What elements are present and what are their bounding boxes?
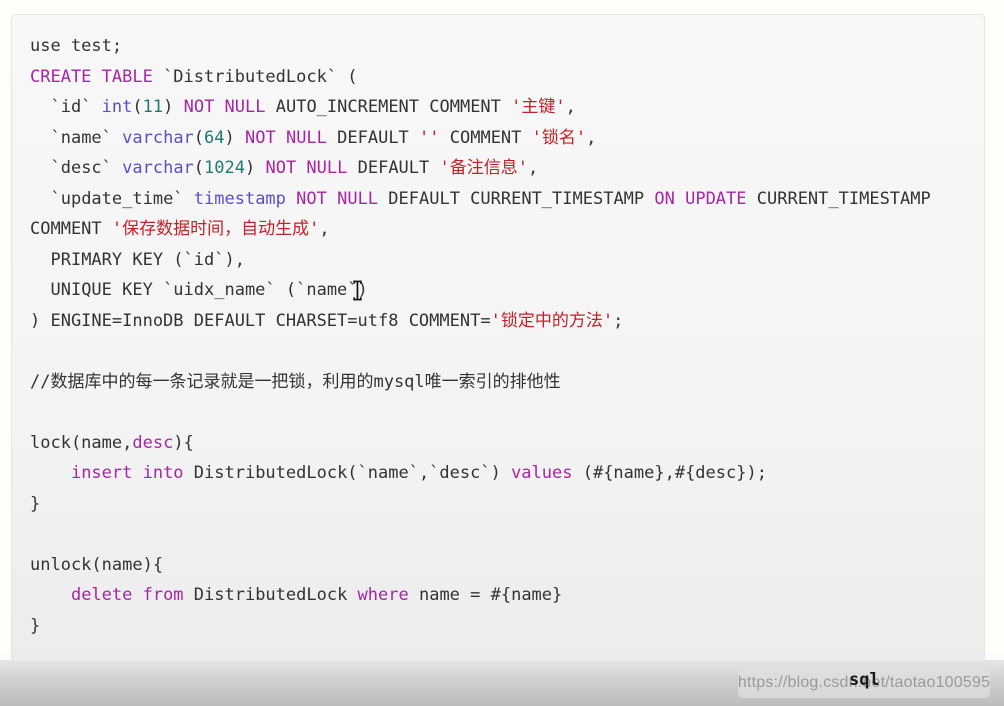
code-token-plain: PRIMARY KEY (`id`), bbox=[30, 249, 245, 270]
code-block-surface: use test; CREATE TABLE `DistributedLock`… bbox=[12, 15, 984, 661]
code-token-str: '保存数据时间，自动生成' bbox=[111, 219, 320, 239]
code-token-plain: COMMENT bbox=[439, 127, 532, 148]
code-line: UNIQUE KEY `uidx_name` (`name`) bbox=[30, 280, 368, 300]
code-token-str: '备注信息' bbox=[439, 158, 528, 178]
code-token-plain: ( bbox=[132, 97, 143, 117]
code-token-str: '' bbox=[419, 127, 440, 148]
code-line: insert into DistributedLock(`name`,`desc… bbox=[30, 463, 767, 483]
code-token-str: '锁定中的方法' bbox=[490, 310, 614, 331]
code-token-kw: NOT NULL bbox=[265, 158, 348, 178]
code-token-plain: lock(name, bbox=[30, 432, 133, 453]
code-token-type: varchar bbox=[122, 127, 194, 148]
code-token-plain: ; bbox=[613, 310, 624, 331]
code-token-plain: DEFAULT bbox=[326, 127, 420, 148]
code-token-num: 64 bbox=[204, 127, 225, 148]
code-token-kw: NOT NULL bbox=[245, 127, 327, 148]
code-token-plain: ) bbox=[224, 127, 246, 148]
code-token-plain: ){ bbox=[173, 432, 194, 453]
code-line: use test; bbox=[30, 36, 122, 56]
code-token-plain: `name` bbox=[30, 127, 123, 148]
code-token-plain: `DistributedLock` ( bbox=[152, 66, 358, 87]
code-token-type: timestamp bbox=[193, 188, 286, 209]
code-token-plain: ( bbox=[193, 127, 205, 148]
code-token-plain: DistributedLock bbox=[183, 585, 358, 605]
code-token-kw: values bbox=[511, 463, 573, 483]
code-token-comment: //数据库中的每一条记录就是一把锁，利用的mysql唯一索引的排他性 bbox=[30, 371, 561, 392]
code-token-plain: } bbox=[30, 493, 41, 514]
code-token-kw: desc bbox=[132, 432, 174, 453]
code-token-kw: CREATE TABLE bbox=[30, 66, 153, 87]
code-token-plain: UNIQUE KEY `uidx_name` (`name`) bbox=[30, 280, 368, 300]
code-token-kw: where bbox=[357, 585, 409, 605]
code-token-plain: `desc` bbox=[30, 158, 123, 178]
code-token-plain: `update_time` bbox=[30, 188, 194, 209]
code-token-type: int bbox=[101, 97, 133, 117]
code-token-kw: NOT NULL bbox=[183, 97, 266, 117]
code-line: `desc` varchar(1024) NOT NULL DEFAULT '备… bbox=[30, 158, 538, 178]
code-token-plain: ( bbox=[193, 158, 205, 178]
code-token-plain: , bbox=[586, 127, 597, 148]
code-line: unlock(name){ bbox=[30, 555, 163, 575]
code-line: //数据库中的每一条记录就是一把锁，利用的mysql唯一索引的排他性 bbox=[30, 372, 561, 392]
code-line: `name` varchar(64) NOT NULL DEFAULT '' C… bbox=[30, 128, 596, 148]
code-line: delete from DistributedLock where name =… bbox=[30, 585, 562, 605]
code-token-plain: use test; bbox=[30, 36, 123, 56]
code-token-plain: } bbox=[30, 615, 41, 636]
code-token-kw: NOT NULL bbox=[296, 188, 379, 209]
code-line: } bbox=[30, 494, 40, 514]
code-line: ) ENGINE=InnoDB DEFAULT CHARSET=utf8 COM… bbox=[30, 311, 623, 331]
code-line: CREATE TABLE `DistributedLock` ( bbox=[30, 67, 358, 87]
code-token-plain: ) ENGINE=InnoDB DEFAULT CHARSET=utf8 COM… bbox=[30, 310, 491, 331]
code-token-plain: AUTO_INCREMENT COMMENT bbox=[265, 97, 512, 117]
code-token-kw: ON UPDATE bbox=[654, 188, 747, 209]
code-token-plain: name = #{name} bbox=[408, 585, 563, 605]
code-line: lock(name,desc){ bbox=[30, 433, 194, 453]
code-token-plain: DEFAULT CURRENT_TIMESTAMP bbox=[378, 188, 655, 209]
code-token-plain: `id` bbox=[30, 97, 102, 117]
code-token-plain: DistributedLock(`name`,`desc`) bbox=[183, 463, 512, 483]
code-token-plain: ) bbox=[163, 97, 184, 117]
code-token-type: varchar bbox=[122, 158, 194, 178]
code-token-plain: unlock(name){ bbox=[30, 554, 164, 575]
code-token-plain: , bbox=[565, 97, 576, 117]
code-token-plain: (#{name},#{desc}); bbox=[572, 463, 767, 483]
code-token-num: 11 bbox=[142, 97, 164, 117]
code-token-plain: ) bbox=[245, 158, 266, 178]
code-line: `id` int(11) NOT NULL AUTO_INCREMENT COM… bbox=[30, 97, 576, 117]
code-token-plain: , bbox=[527, 158, 539, 178]
code-token-num: 1024 bbox=[204, 158, 245, 178]
code-token-str: '锁名' bbox=[531, 127, 587, 148]
code-token-kw: insert into bbox=[70, 463, 184, 483]
code-token-str: '主键' bbox=[511, 97, 566, 117]
code-language-label: sql bbox=[849, 670, 880, 690]
sql-code-content[interactable]: use test; CREATE TABLE `DistributedLock`… bbox=[30, 31, 984, 641]
code-line: } bbox=[30, 616, 40, 636]
code-line: PRIMARY KEY (`id`), bbox=[30, 249, 245, 270]
code-token-plain: , bbox=[319, 219, 330, 239]
code-line: `update_time` timestamp NOT NULL DEFAULT… bbox=[30, 189, 941, 240]
code-block-container: use test; CREATE TABLE `DistributedLock`… bbox=[11, 14, 985, 662]
code-token-plain: DEFAULT bbox=[347, 158, 440, 178]
code-token-kw: delete from bbox=[70, 585, 184, 605]
